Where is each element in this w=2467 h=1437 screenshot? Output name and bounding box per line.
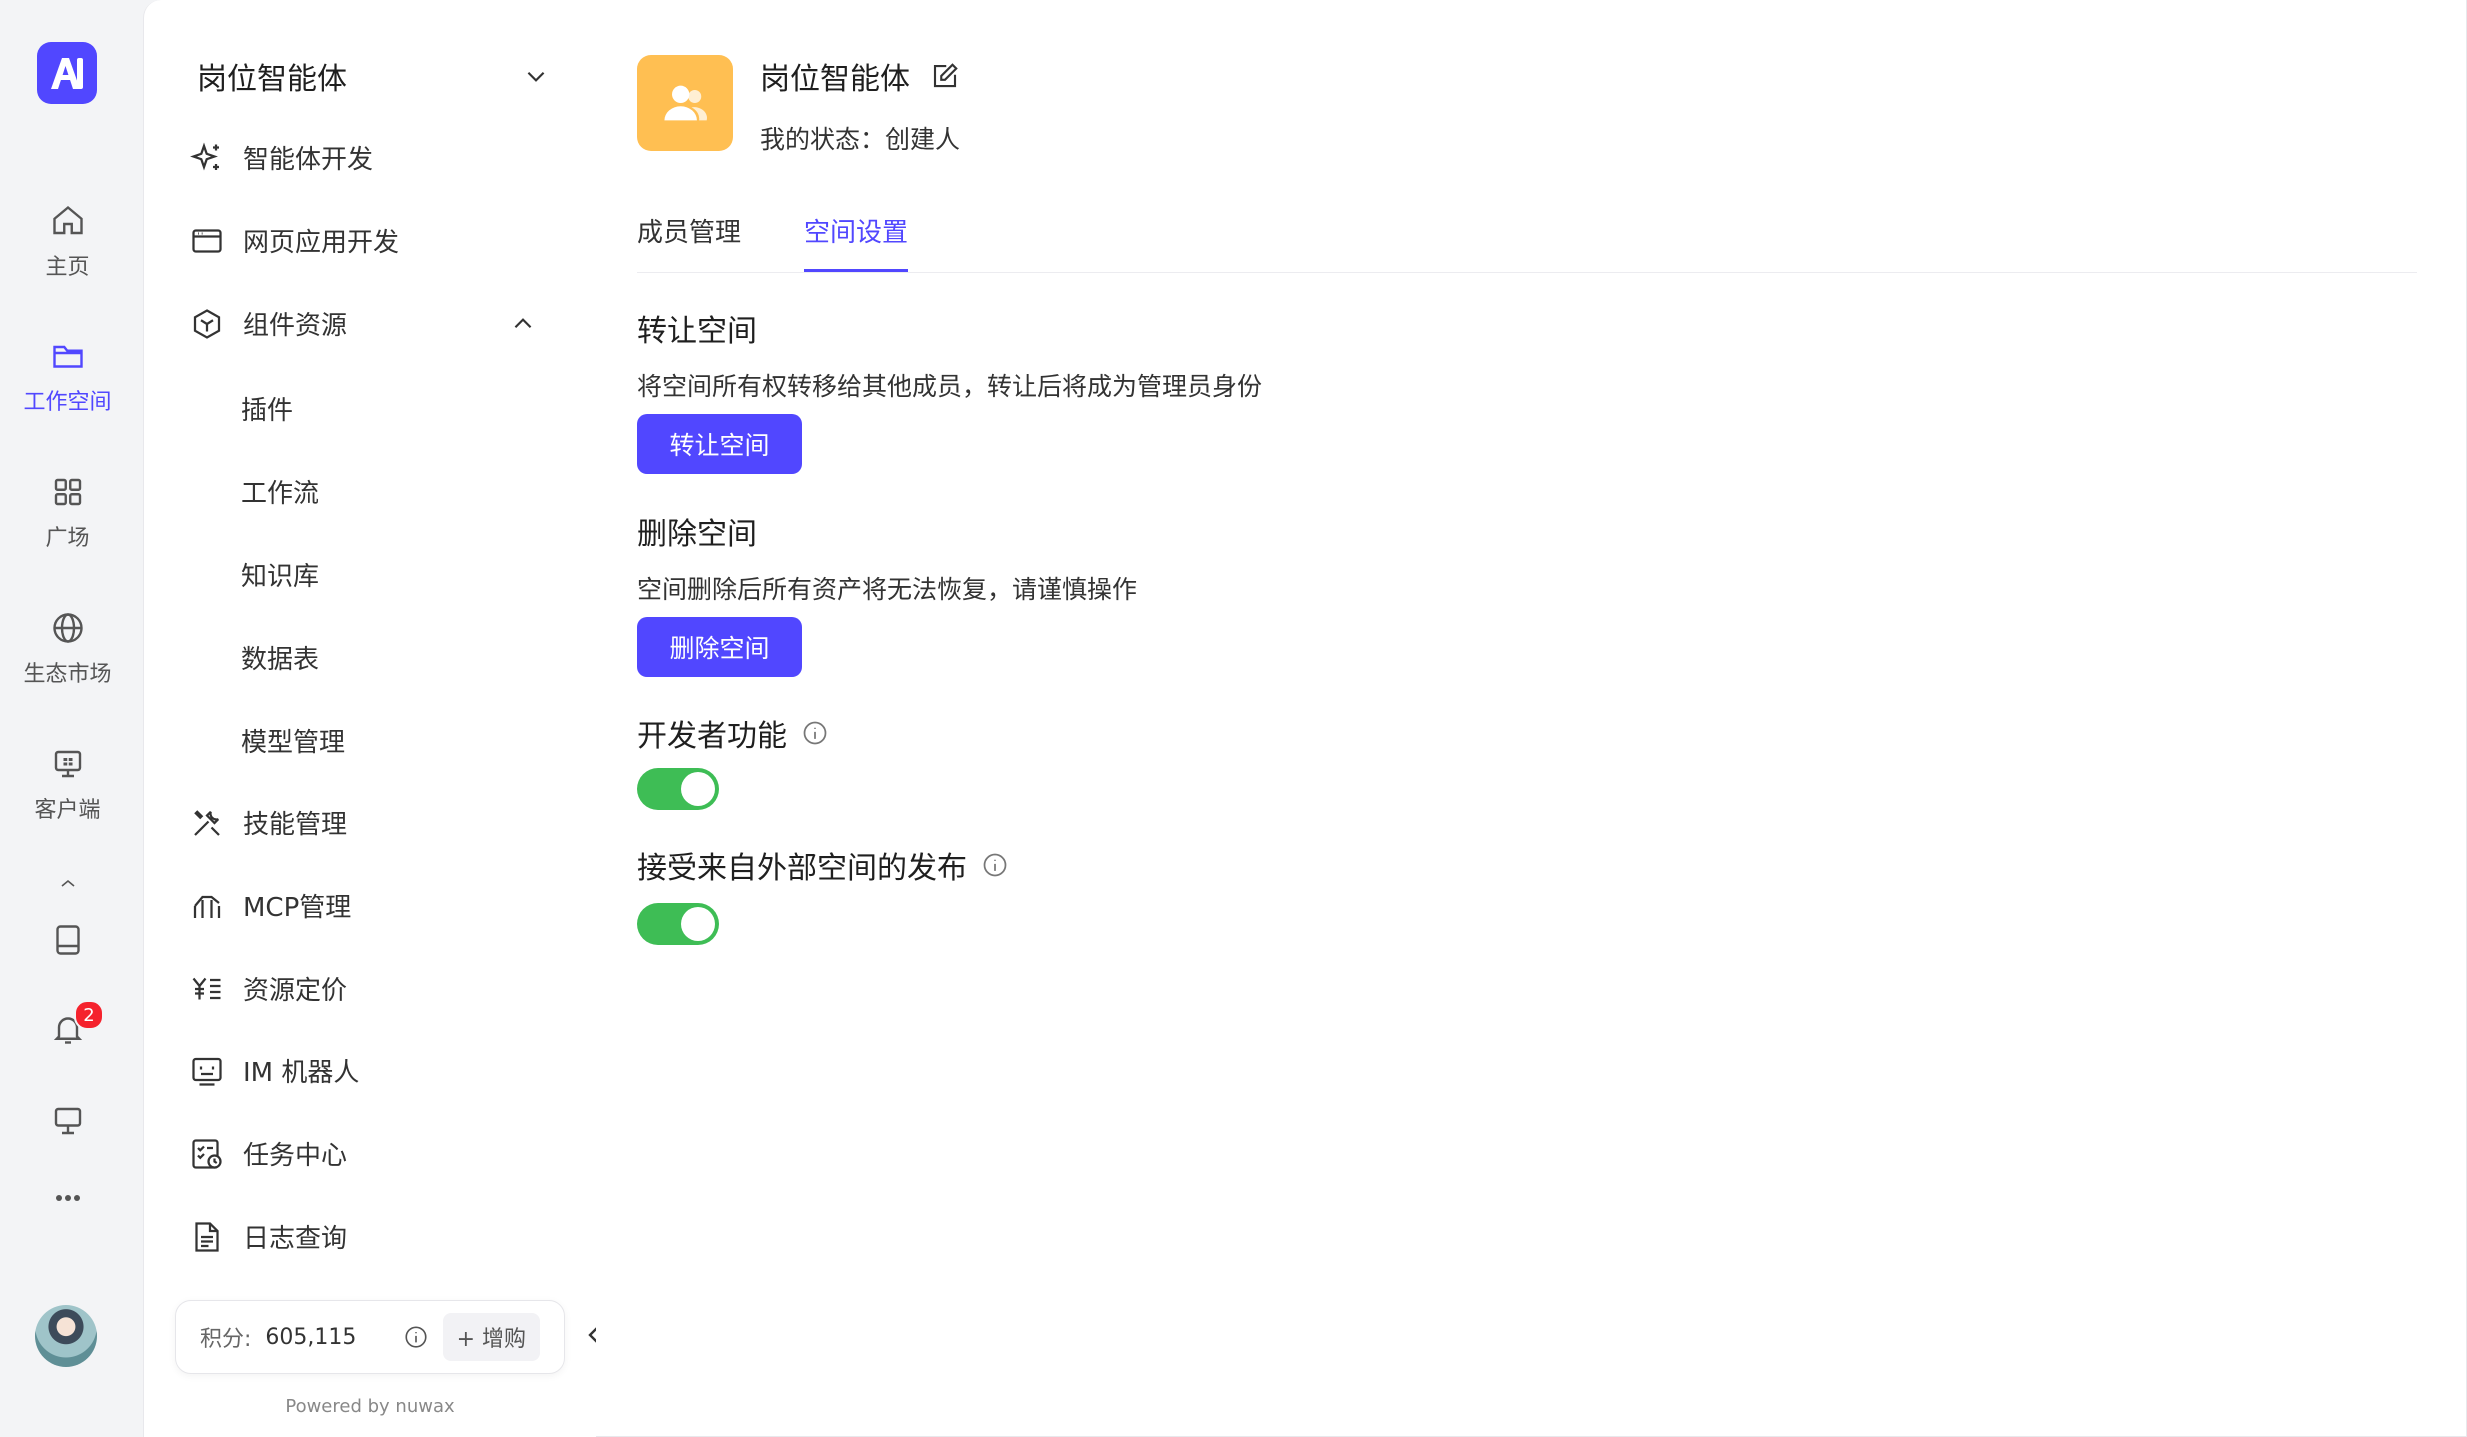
delete-section-title: 删除空间 — [637, 509, 757, 553]
submenu-plugin[interactable]: 插件 — [241, 390, 293, 427]
task-clock-icon — [192, 1138, 222, 1169]
transfer-title-text: 转让空间 — [637, 314, 757, 349]
dev-features-title-text: 开发者功能 — [637, 719, 787, 754]
menu-skills-label: 技能管理 — [243, 810, 348, 840]
tab-members[interactable]: 成员管理 — [637, 212, 741, 272]
mcp-chart-icon — [193, 895, 221, 918]
menu-logs-label: 日志查询 — [243, 1224, 348, 1254]
menu-im-bot-label: IM 机器人 — [243, 1058, 360, 1088]
rail-label-market: 生态市场 — [23, 662, 112, 687]
tab-settings[interactable]: 空间设置 — [804, 212, 909, 272]
sparkles-icon — [190, 142, 219, 170]
transfer-description: 将空间所有权转移给其他成员，转让后将成为管理员身份 — [637, 372, 1263, 401]
browser-window-icon — [192, 228, 222, 253]
users-icon — [664, 85, 707, 121]
grid-icon — [54, 478, 81, 506]
cube-icon — [193, 308, 221, 339]
robot-icon — [192, 1057, 222, 1086]
points-panel: 积分: 605,115 + 增购 — [175, 1300, 565, 1374]
menu-web-dev-label: 网页应用开发 — [243, 228, 400, 258]
menu-tasks[interactable]: 任务中心 — [189, 1135, 347, 1172]
rail-scroll-up[interactable] — [0, 878, 135, 888]
rail-label-square: 广场 — [45, 526, 90, 551]
menu-skills[interactable]: 技能管理 — [189, 804, 347, 841]
rail-screen[interactable] — [0, 1103, 135, 1139]
menu-components-label: 组件资源 — [243, 311, 348, 341]
info-icon[interactable] — [981, 851, 1009, 879]
chevron-up-icon — [514, 317, 532, 328]
chevron-down-icon — [527, 71, 545, 82]
yen-list-icon — [192, 977, 221, 999]
info-icon[interactable] — [403, 1324, 429, 1350]
external-publish-toggle[interactable] — [637, 903, 719, 945]
submenu-knowledge[interactable]: 知识库 — [241, 556, 319, 593]
folder-icon — [52, 345, 83, 368]
menu-web-dev[interactable]: 网页应用开发 — [189, 222, 399, 259]
document-icon — [195, 1221, 219, 1252]
chevron-up-icon — [60, 879, 75, 887]
notification-badge: 2 — [74, 1000, 104, 1030]
delete-description: 空间删除后所有资产将无法恢复，请谨慎操作 — [637, 575, 1138, 604]
rail-item-home[interactable]: 主页 — [0, 203, 135, 281]
menu-tasks-label: 任务中心 — [243, 1141, 348, 1171]
menu-logs[interactable]: 日志查询 — [189, 1218, 347, 1255]
globe-icon — [52, 613, 83, 643]
home-icon — [52, 205, 83, 235]
menu-mcp[interactable]: MCP管理 — [189, 887, 351, 924]
rail-label-home: 主页 — [45, 255, 90, 280]
user-avatar[interactable] — [35, 1305, 97, 1367]
buy-points-button[interactable]: + 增购 — [442, 1313, 540, 1361]
desktop-client-icon — [54, 750, 81, 778]
tab-bar: 成员管理 空间设置 — [637, 206, 2417, 273]
powered-by: Powered by nuwax — [285, 1396, 455, 1417]
submenu-datatable[interactable]: 数据表 — [241, 639, 319, 676]
space-title: 岗位智能体 — [760, 54, 960, 98]
points-label: 积分: — [200, 1327, 252, 1352]
dev-features-title: 开发者功能 — [637, 711, 829, 755]
submenu-models[interactable]: 模型管理 — [241, 722, 345, 759]
rail-item-square[interactable]: 广场 — [0, 474, 135, 552]
logo-icon — [51, 58, 83, 89]
rail-item-market[interactable]: 生态市场 — [0, 610, 135, 688]
rail-notifications[interactable] — [0, 1011, 135, 1047]
menu-pricing-label: 资源定价 — [243, 976, 348, 1006]
space-title-text: 岗位智能体 — [760, 62, 910, 97]
workspace-sidebar: 岗位智能体 智能体开发 网页应用开发 组件资源 插件 工作流 知识库 数据表 模… — [143, 0, 597, 1437]
space-selector-label: 岗位智能体 — [197, 62, 347, 97]
main-content: 岗位智能体 我的状态：创建人 成员管理 空间设置 转让空间 将空间所有权转移给其… — [596, 0, 2467, 1437]
app-logo[interactable] — [37, 42, 97, 104]
delete-title-text: 删除空间 — [637, 517, 757, 552]
rail-more[interactable] — [0, 1186, 135, 1210]
rail-label-client: 客户端 — [34, 798, 101, 823]
rail-item-workspace[interactable]: 工作空间 — [0, 338, 135, 416]
external-publish-title-text: 接受来自外部空间的发布 — [637, 851, 967, 886]
menu-agent-dev-label: 智能体开发 — [243, 145, 374, 175]
my-status: 我的状态：创建人 — [760, 125, 961, 154]
menu-pricing[interactable]: 资源定价 — [189, 970, 347, 1007]
submenu-workflow[interactable]: 工作流 — [241, 473, 319, 510]
menu-im-bot[interactable]: IM 机器人 — [189, 1052, 359, 1089]
monitor-icon — [54, 1107, 81, 1135]
space-avatar — [637, 55, 733, 151]
rail-item-client[interactable]: 客户端 — [0, 746, 135, 824]
points-value: 605,115 — [265, 1324, 357, 1350]
space-selector[interactable]: 岗位智能体 — [197, 54, 549, 98]
delete-space-button[interactable]: 删除空间 — [637, 617, 802, 677]
icon-rail: 主页 工作空间 广场 生态市场 客户端 2 — [0, 0, 143, 1437]
menu-mcp-label: MCP管理 — [243, 893, 352, 923]
rail-label-workspace: 工作空间 — [23, 390, 112, 415]
rail-docs[interactable] — [0, 922, 135, 958]
dev-features-toggle[interactable] — [637, 768, 719, 810]
tools-icon — [194, 809, 220, 836]
info-icon[interactable] — [801, 719, 829, 747]
transfer-space-button[interactable]: 转让空间 — [637, 414, 802, 474]
book-icon — [55, 925, 80, 955]
menu-components[interactable]: 组件资源 — [189, 305, 554, 342]
more-dots-icon — [55, 1195, 80, 1201]
transfer-section-title: 转让空间 — [637, 306, 757, 350]
menu-agent-dev[interactable]: 智能体开发 — [189, 139, 373, 176]
external-publish-title: 接受来自外部空间的发布 — [637, 843, 1009, 887]
edit-icon[interactable] — [930, 61, 960, 91]
